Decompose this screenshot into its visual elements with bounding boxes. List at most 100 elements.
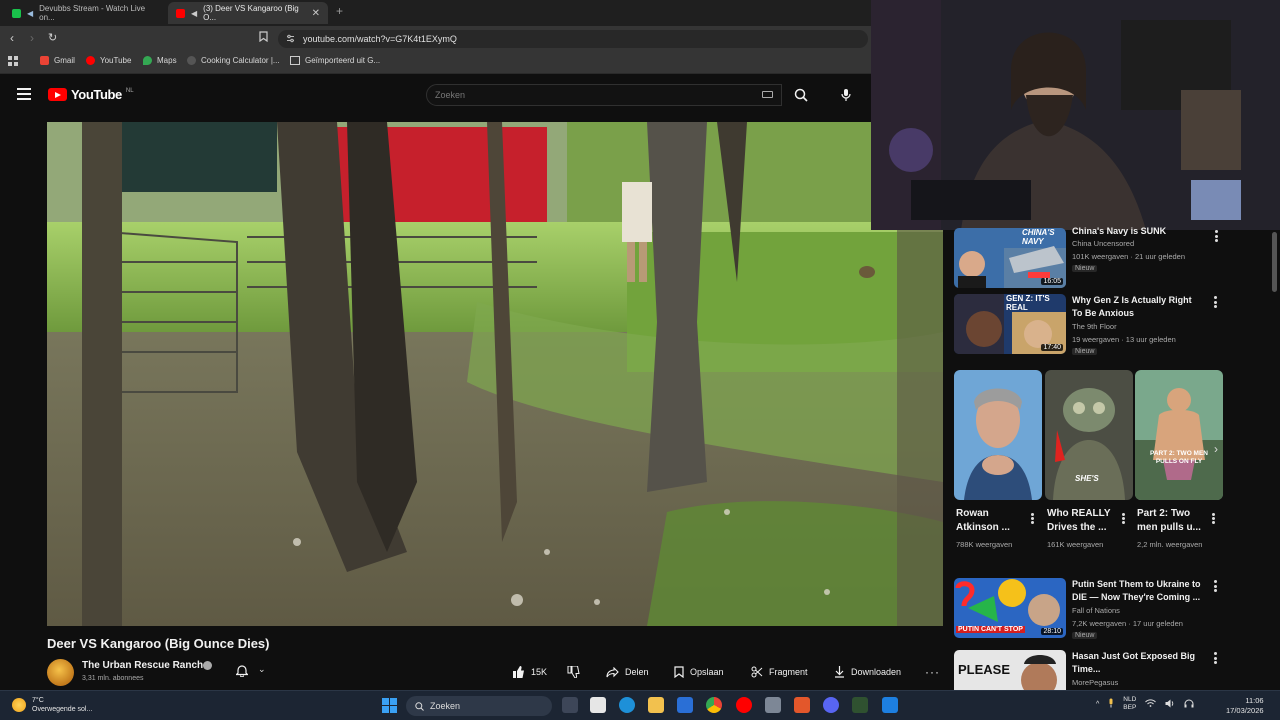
short-item[interactable]: Rowan Atkinson ... 788K weergaven bbox=[954, 370, 1042, 549]
chevron-right-icon[interactable]: › bbox=[1214, 442, 1218, 456]
microphone-icon bbox=[841, 89, 851, 101]
short-title[interactable]: Rowan Atkinson ... bbox=[956, 507, 1026, 535]
thumbs-down-icon bbox=[567, 666, 580, 678]
headset-icon[interactable] bbox=[1184, 699, 1194, 710]
back-arrow-icon[interactable]: ‹ bbox=[10, 31, 14, 45]
channel-avatar[interactable] bbox=[47, 659, 74, 686]
save-button[interactable]: Opslaan bbox=[674, 661, 724, 683]
calendar-app-icon[interactable] bbox=[590, 697, 606, 713]
video-title[interactable]: Hasan Just Got Exposed Big Time... bbox=[1072, 650, 1204, 676]
close-tab-icon[interactable]: ✕ bbox=[312, 8, 320, 19]
video-thumbnail[interactable]: PLEASE bbox=[954, 650, 1066, 690]
microphone-tray-icon[interactable] bbox=[1108, 698, 1114, 710]
bookmark-label: YouTube bbox=[100, 56, 132, 65]
video-thumbnail[interactable]: CHINA'S NAVY 16:05 bbox=[954, 228, 1066, 288]
share-label: Delen bbox=[625, 667, 649, 677]
save-bookmark-icon bbox=[674, 666, 684, 678]
more-vertical-icon[interactable] bbox=[1122, 513, 1125, 524]
search-button[interactable] bbox=[786, 84, 816, 106]
video-title[interactable]: China's Navy is SUNK bbox=[1072, 225, 1204, 238]
app-icon[interactable] bbox=[882, 697, 898, 713]
discord-icon[interactable] bbox=[823, 697, 839, 713]
menu-icon[interactable] bbox=[17, 88, 31, 100]
more-vertical-icon[interactable] bbox=[1215, 230, 1218, 242]
keyboard-icon[interactable] bbox=[762, 91, 773, 98]
taskbar-search[interactable]: Zoeken bbox=[406, 696, 552, 716]
lang-line: NLD bbox=[1123, 696, 1137, 703]
short-title[interactable]: Who REALLY Drives the ... bbox=[1047, 507, 1117, 535]
page-scrollbar[interactable] bbox=[1272, 232, 1277, 292]
bookmark-youtube[interactable]: YouTube bbox=[86, 56, 131, 65]
short-item[interactable]: SHE'S Who REALLY Drives the ... 161K wee… bbox=[1045, 370, 1133, 549]
channel-name[interactable]: The Urban Rescue Ranch bbox=[82, 660, 203, 671]
more-actions-button[interactable]: ··· bbox=[925, 661, 940, 683]
weather-widget[interactable]: 7°C Overwegende sol... bbox=[12, 696, 92, 714]
chevron-down-icon[interactable]: ⌄ bbox=[258, 664, 266, 675]
search-input[interactable]: Zoeken bbox=[426, 84, 782, 106]
store-icon[interactable] bbox=[677, 697, 693, 713]
chrome-browser-icon[interactable] bbox=[706, 697, 722, 713]
youtube-app-icon[interactable] bbox=[736, 697, 752, 713]
site-info-icon[interactable] bbox=[286, 34, 295, 45]
windows-start-icon[interactable] bbox=[382, 698, 397, 713]
recommended-video[interactable]: GEN Z: IT'S REAL 17:40 Why Gen Z Is Actu… bbox=[952, 294, 1222, 360]
more-vertical-icon[interactable] bbox=[1214, 580, 1217, 592]
channel-name[interactable]: MorePegasus bbox=[1072, 678, 1118, 687]
video-title[interactable]: Putin Sent Them to Ukraine to DIE — Now … bbox=[1072, 578, 1204, 604]
forward-arrow-icon[interactable]: › bbox=[30, 31, 34, 45]
chevron-up-icon[interactable]: ^ bbox=[1096, 701, 1099, 708]
url-field[interactable]: youtube.com/watch?v=G7K4t1EXymQ bbox=[278, 30, 868, 48]
tab-youtube-video[interactable]: ◀ (3) Deer VS Kangaroo (Big O... ✕ bbox=[168, 2, 328, 24]
tab-devubbs[interactable]: ◀ Devubbs Stream - Watch Live on... bbox=[4, 2, 162, 24]
notification-bell-icon[interactable] bbox=[235, 664, 249, 682]
bookmark-imported-folder[interactable]: Geïmporteerd uit G... bbox=[290, 56, 380, 65]
recommended-video[interactable]: CHINA'S NAVY 16:05 China's Navy is SUNK … bbox=[952, 225, 1222, 288]
language-indicator[interactable]: NLD BEP bbox=[1123, 696, 1136, 712]
clip-label: Fragment bbox=[769, 667, 808, 677]
short-thumbnail[interactable] bbox=[954, 370, 1042, 500]
share-button[interactable]: Delen bbox=[606, 661, 649, 683]
short-thumbnail[interactable]: PART 2: TWO MEN PULLS ON FLY bbox=[1135, 370, 1223, 500]
bookmark-maps[interactable]: Maps bbox=[143, 56, 177, 65]
short-views: 161K weergaven bbox=[1047, 540, 1104, 549]
edge-browser-icon[interactable] bbox=[619, 697, 635, 713]
like-button[interactable]: 15K bbox=[512, 661, 547, 683]
video-player[interactable] bbox=[47, 122, 943, 626]
voice-search-button[interactable] bbox=[835, 84, 857, 106]
more-vertical-icon[interactable] bbox=[1212, 513, 1215, 524]
volume-icon[interactable] bbox=[1165, 699, 1175, 710]
short-item[interactable]: PART 2: TWO MEN PULLS ON FLY Part 2: Two… bbox=[1135, 370, 1223, 549]
short-title[interactable]: Part 2: Two men pulls u... bbox=[1137, 507, 1207, 535]
calculator-icon[interactable] bbox=[765, 697, 781, 713]
search-icon bbox=[415, 701, 424, 711]
download-button[interactable]: Downloaden bbox=[834, 661, 901, 683]
bookmark-gmail[interactable]: Gmail bbox=[40, 56, 75, 65]
more-vertical-icon[interactable] bbox=[1214, 296, 1217, 308]
bookmark-cooking-calculator[interactable]: Cooking Calculator |... bbox=[187, 56, 280, 65]
youtube-logo[interactable]: YouTube NL bbox=[48, 87, 134, 102]
app-icon[interactable] bbox=[852, 697, 868, 713]
channel-name[interactable]: China Uncensored bbox=[1072, 239, 1134, 248]
wifi-icon[interactable] bbox=[1145, 699, 1157, 709]
short-thumbnail[interactable]: SHE'S bbox=[1045, 370, 1133, 500]
new-tab-button[interactable]: + bbox=[336, 4, 343, 18]
channel-name[interactable]: Fall of Nations bbox=[1072, 606, 1120, 615]
video-thumbnail[interactable]: PUTIN CAN'T STOP 28:10 bbox=[954, 578, 1066, 638]
dislike-button[interactable] bbox=[567, 661, 580, 683]
system-clock[interactable]: 11:06 17/03/2026 bbox=[1226, 696, 1264, 716]
brave-browser-icon[interactable] bbox=[794, 697, 810, 713]
reload-icon[interactable]: ↻ bbox=[48, 31, 57, 44]
channel-name[interactable]: The 9th Floor bbox=[1072, 322, 1117, 331]
video-thumbnail[interactable]: GEN Z: IT'S REAL 17:40 bbox=[954, 294, 1066, 354]
more-vertical-icon[interactable] bbox=[1031, 513, 1034, 524]
apps-grid-icon[interactable] bbox=[8, 56, 18, 66]
clip-button[interactable]: Fragment bbox=[751, 661, 808, 683]
file-explorer-icon[interactable] bbox=[648, 697, 664, 713]
recommended-video[interactable]: PLEASE Hasan Just Got Exposed Big Time..… bbox=[952, 650, 1222, 690]
video-title[interactable]: Why Gen Z Is Actually Right To Be Anxiou… bbox=[1072, 294, 1204, 320]
bookmark-icon[interactable] bbox=[259, 31, 268, 45]
more-vertical-icon[interactable] bbox=[1214, 652, 1217, 664]
recommended-video[interactable]: PUTIN CAN'T STOP 28:10 Putin Sent Them t… bbox=[952, 578, 1222, 644]
task-view-icon[interactable] bbox=[562, 697, 578, 713]
video-meta: 7,2K weergaven · 17 uur geleden bbox=[1072, 619, 1183, 628]
